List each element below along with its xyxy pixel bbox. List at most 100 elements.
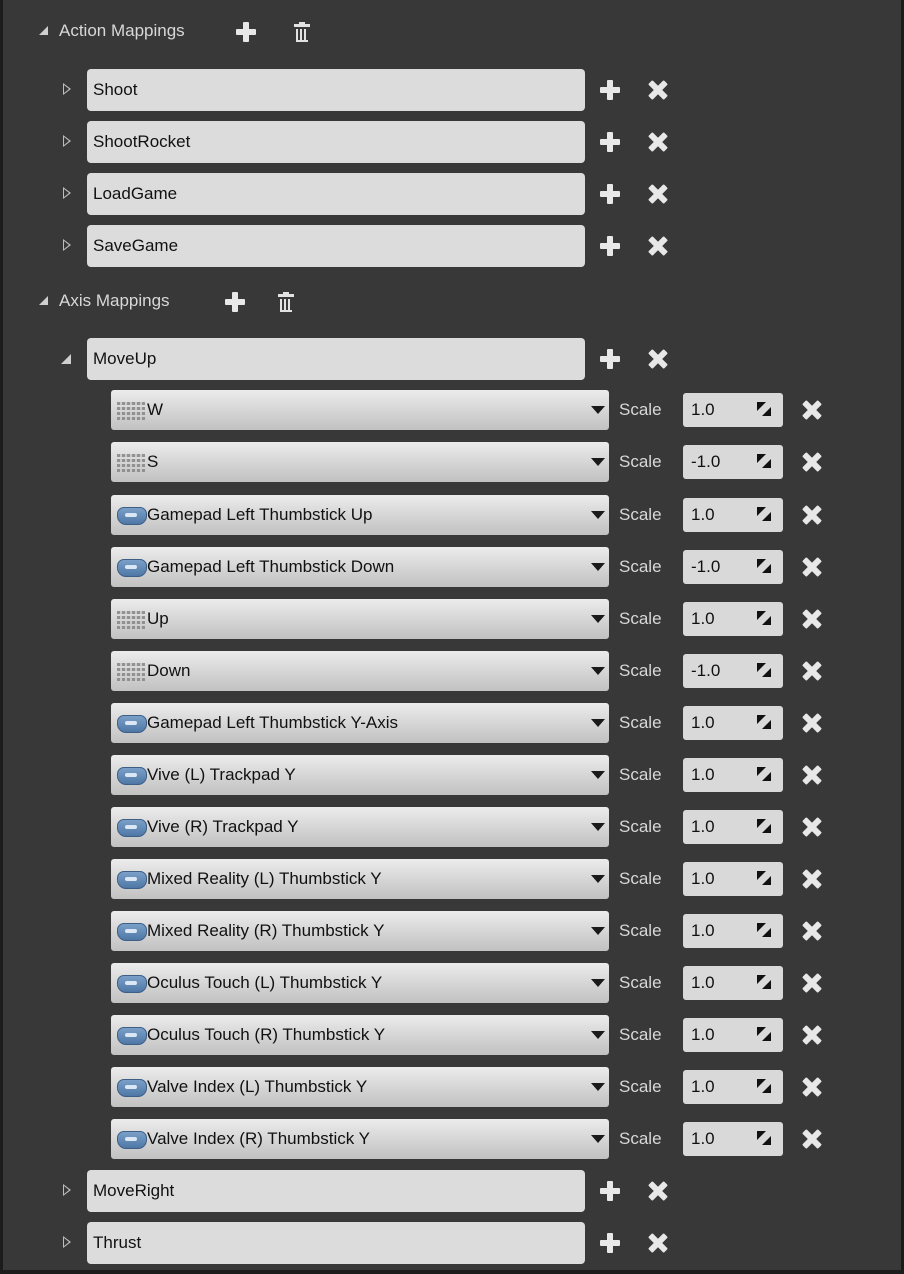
scale-input[interactable]: 1.0: [683, 966, 783, 1000]
scale-input[interactable]: 1.0: [683, 862, 783, 896]
remove-mapping-icon[interactable]: [648, 80, 668, 100]
spin-drag-icon[interactable]: [757, 663, 771, 677]
remove-mapping-icon[interactable]: [648, 1233, 668, 1253]
remove-key-icon[interactable]: [802, 505, 822, 525]
key-selector[interactable]: W: [111, 390, 609, 430]
remove-key-icon[interactable]: [802, 452, 822, 472]
spin-drag-icon[interactable]: [757, 767, 771, 781]
remove-key-icon[interactable]: [802, 765, 822, 785]
action-name-field[interactable]: ShootRocket: [87, 121, 585, 163]
spin-drag-icon[interactable]: [757, 871, 771, 885]
expanded-arrow-icon[interactable]: [39, 296, 48, 305]
axis-name-field[interactable]: MoveRight: [87, 1170, 585, 1212]
add-key-icon[interactable]: [600, 80, 620, 100]
key-selector[interactable]: Up: [111, 599, 609, 639]
add-key-icon[interactable]: [600, 1181, 620, 1201]
scale-input[interactable]: 1.0: [683, 1070, 783, 1104]
key-selector[interactable]: Vive (L) Trackpad Y: [111, 755, 609, 795]
scale-input[interactable]: 1.0: [683, 810, 783, 844]
spin-drag-icon[interactable]: [757, 923, 771, 937]
remove-mapping-icon[interactable]: [648, 184, 668, 204]
spin-drag-icon[interactable]: [757, 1027, 771, 1041]
collapsed-arrow-icon[interactable]: [63, 239, 71, 251]
collapsed-arrow-icon[interactable]: [63, 187, 71, 199]
action-name-field[interactable]: SaveGame: [87, 225, 585, 267]
action-name-field[interactable]: Shoot: [87, 69, 585, 111]
scale-input[interactable]: 1.0: [683, 706, 783, 740]
add-axis-mapping-icon[interactable]: [225, 292, 245, 312]
remove-key-icon[interactable]: [802, 1025, 822, 1045]
remove-key-icon[interactable]: [802, 400, 822, 420]
spin-drag-icon[interactable]: [757, 1131, 771, 1145]
collapsed-arrow-icon[interactable]: [63, 135, 71, 147]
remove-key-icon[interactable]: [802, 609, 822, 629]
key-selector[interactable]: Mixed Reality (L) Thumbstick Y: [111, 859, 609, 899]
scale-input[interactable]: 1.0: [683, 602, 783, 636]
delete-all-action-mappings-icon[interactable]: [294, 22, 310, 42]
scale-input[interactable]: 1.0: [683, 1018, 783, 1052]
scale-input[interactable]: -1.0: [683, 550, 783, 584]
key-selector[interactable]: S: [111, 442, 609, 482]
key-selector[interactable]: Vive (R) Trackpad Y: [111, 807, 609, 847]
spin-drag-icon[interactable]: [757, 611, 771, 625]
key-selector[interactable]: Gamepad Left Thumbstick Y-Axis: [111, 703, 609, 743]
scale-input[interactable]: -1.0: [683, 654, 783, 688]
spin-drag-icon[interactable]: [757, 1079, 771, 1093]
remove-key-icon[interactable]: [802, 713, 822, 733]
collapsed-arrow-icon[interactable]: [63, 1184, 71, 1196]
key-label: Mixed Reality (L) Thumbstick Y: [147, 869, 382, 888]
scale-input[interactable]: 1.0: [683, 914, 783, 948]
axis-name-field[interactable]: MoveUp: [87, 338, 585, 380]
expanded-arrow-icon[interactable]: [39, 26, 48, 35]
remove-mapping-icon[interactable]: [648, 1181, 668, 1201]
action-name-field[interactable]: LoadGame: [87, 173, 585, 215]
spin-drag-icon[interactable]: [757, 715, 771, 729]
remove-mapping-icon[interactable]: [648, 132, 668, 152]
scale-label: Scale: [619, 609, 662, 628]
delete-all-axis-mappings-icon[interactable]: [278, 292, 294, 312]
scale-input[interactable]: 1.0: [683, 498, 783, 532]
remove-key-icon[interactable]: [802, 1077, 822, 1097]
collapsed-arrow-icon[interactable]: [63, 1236, 71, 1248]
spin-drag-icon[interactable]: [757, 402, 771, 416]
collapsed-arrow-icon[interactable]: [63, 83, 71, 95]
spin-drag-icon[interactable]: [757, 507, 771, 521]
add-key-icon[interactable]: [600, 132, 620, 152]
key-selector[interactable]: Gamepad Left Thumbstick Up: [111, 495, 609, 535]
spin-drag-icon[interactable]: [757, 975, 771, 989]
remove-mapping-icon[interactable]: [648, 349, 668, 369]
action-mappings-header[interactable]: Action Mappings: [3, 14, 901, 54]
add-key-icon[interactable]: [600, 349, 620, 369]
key-selector[interactable]: Valve Index (R) Thumbstick Y: [111, 1119, 609, 1159]
remove-key-icon[interactable]: [802, 817, 822, 837]
key-selector[interactable]: Gamepad Left Thumbstick Down: [111, 547, 609, 587]
axis-mappings-header[interactable]: Axis Mappings: [3, 284, 901, 324]
remove-key-icon[interactable]: [802, 661, 822, 681]
add-key-icon[interactable]: [600, 236, 620, 256]
key-selector[interactable]: Down: [111, 651, 609, 691]
spin-drag-icon[interactable]: [757, 819, 771, 833]
key-selector[interactable]: Valve Index (L) Thumbstick Y: [111, 1067, 609, 1107]
scale-input[interactable]: -1.0: [683, 445, 783, 479]
remove-key-icon[interactable]: [802, 973, 822, 993]
expanded-arrow-icon[interactable]: [61, 354, 71, 364]
add-key-icon[interactable]: [600, 1233, 620, 1253]
remove-key-icon[interactable]: [802, 557, 822, 577]
scale-input[interactable]: 1.0: [683, 393, 783, 427]
spin-drag-icon[interactable]: [757, 559, 771, 573]
axis-name-field[interactable]: Thrust: [87, 1222, 585, 1264]
remove-mapping-icon[interactable]: [648, 236, 668, 256]
remove-key-icon[interactable]: [802, 869, 822, 889]
add-action-mapping-icon[interactable]: [236, 22, 256, 42]
remove-key-icon[interactable]: [802, 1129, 822, 1149]
scale-label: Scale: [619, 973, 662, 992]
key-selector[interactable]: Mixed Reality (R) Thumbstick Y: [111, 911, 609, 951]
spin-drag-icon[interactable]: [757, 454, 771, 468]
scale-input[interactable]: 1.0: [683, 758, 783, 792]
scale-input[interactable]: 1.0: [683, 1122, 783, 1156]
add-key-icon[interactable]: [600, 184, 620, 204]
key-selector[interactable]: Oculus Touch (R) Thumbstick Y: [111, 1015, 609, 1055]
dropdown-arrow-icon: [591, 771, 605, 779]
key-selector[interactable]: Oculus Touch (L) Thumbstick Y: [111, 963, 609, 1003]
remove-key-icon[interactable]: [802, 921, 822, 941]
